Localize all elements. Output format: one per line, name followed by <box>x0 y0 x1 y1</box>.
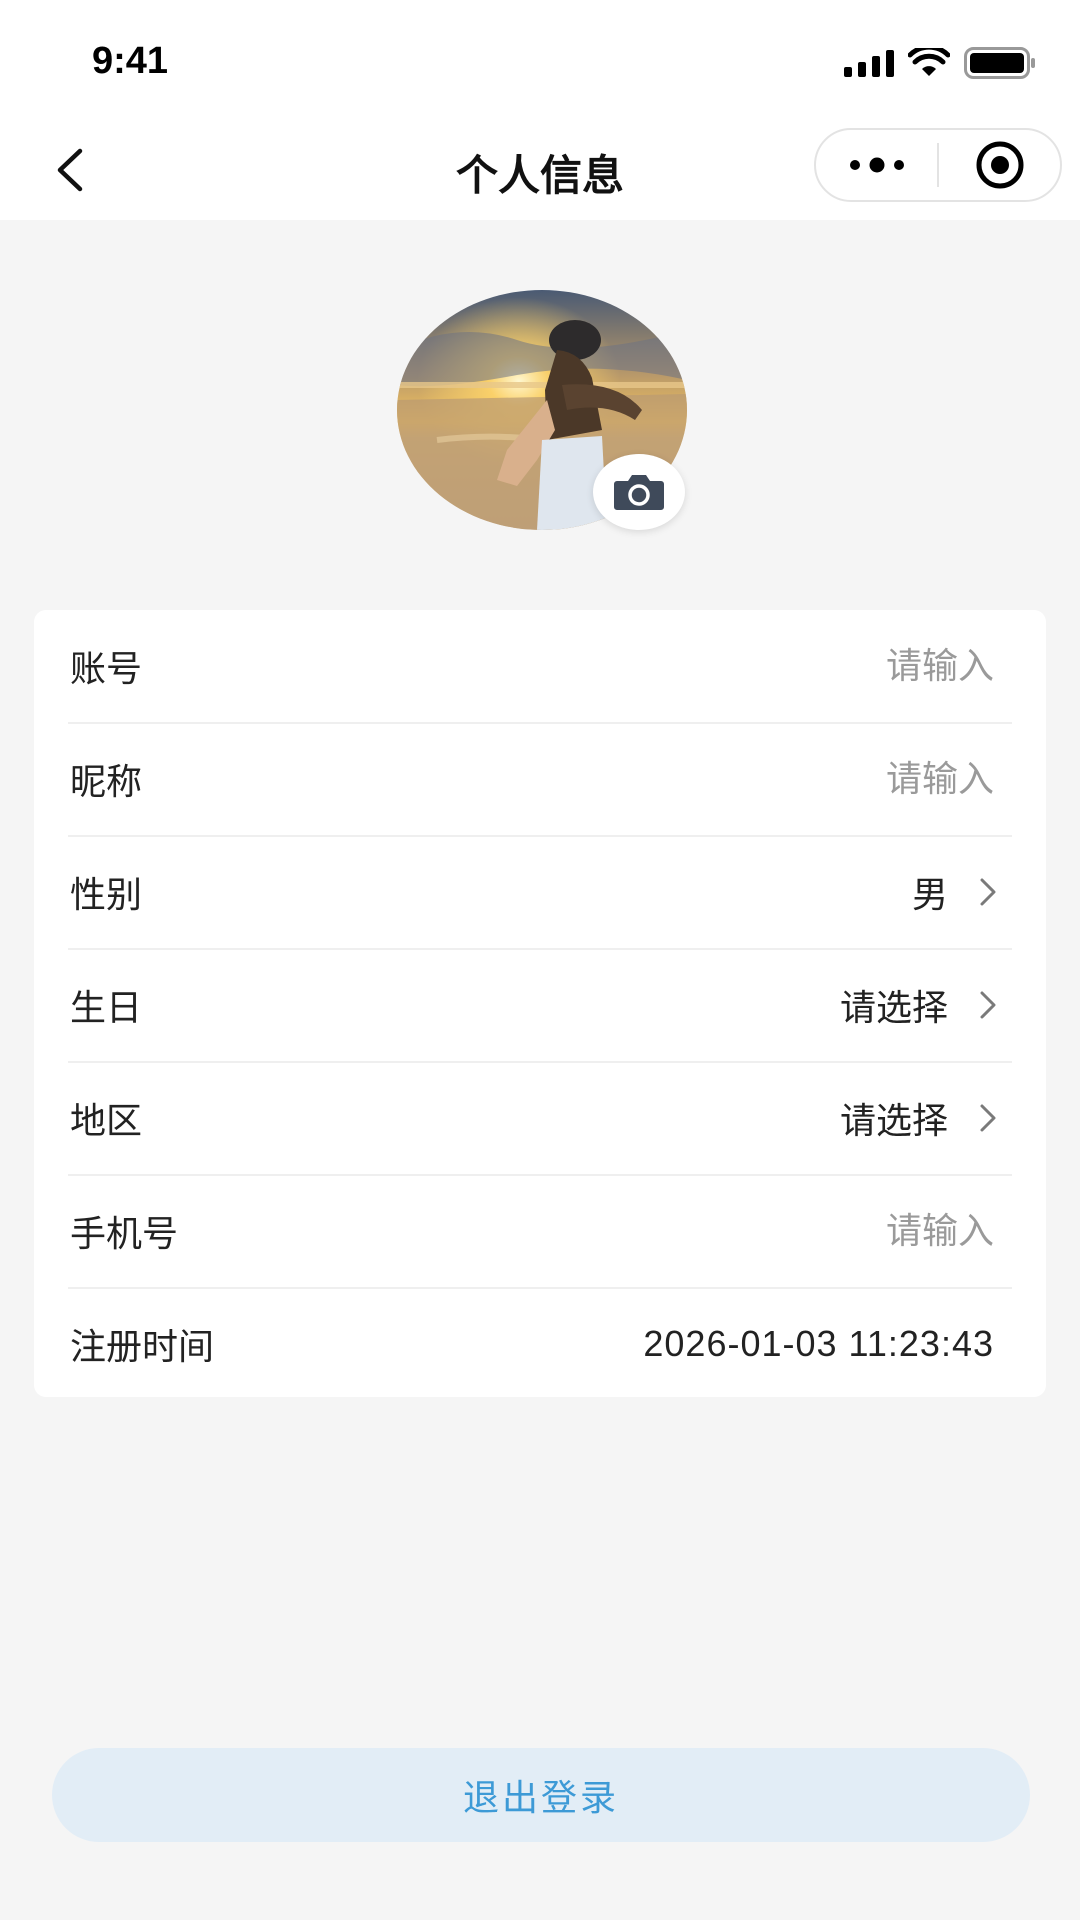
nickname-input[interactable] <box>694 758 994 800</box>
account-label: 账号 <box>70 649 143 690</box>
change-avatar-button[interactable] <box>593 454 685 530</box>
region-value: 请选择 <box>839 1101 948 1142</box>
chevron-right-icon <box>978 876 998 908</box>
more-button[interactable] <box>816 130 937 200</box>
status-time: 9:41 <box>92 40 169 82</box>
form-row-region[interactable]: 地区 请选择 <box>68 1062 1012 1174</box>
birthday-label: 生日 <box>70 988 143 1029</box>
region-label: 地区 <box>70 1101 143 1142</box>
birthday-value: 请选择 <box>839 988 948 1029</box>
mini-program-capsule <box>814 128 1062 202</box>
camera-icon <box>614 475 664 510</box>
chevron-right-icon <box>978 989 998 1021</box>
logout-button[interactable]: 退出登录 <box>52 1748 1030 1842</box>
form-row-phone[interactable]: 手机号 <box>68 1175 1012 1287</box>
avatar-section <box>397 290 687 530</box>
target-circle-icon <box>976 141 1023 189</box>
form-row-register-time: 注册时间 2026-01-03 11:23:43 <box>68 1288 1012 1397</box>
navigation-bar: 个人信息 <box>0 120 1080 220</box>
phone-input[interactable] <box>694 1210 994 1252</box>
gender-value: 男 <box>911 875 948 916</box>
register-time-value: 2026-01-03 11:23:43 <box>643 1323 994 1364</box>
status-icons <box>844 46 1036 80</box>
more-dots-icon <box>849 157 904 173</box>
form-row-nickname[interactable]: 昵称 <box>68 723 1012 835</box>
form-row-birthday[interactable]: 生日 请选择 <box>68 949 1012 1061</box>
account-input[interactable] <box>694 645 994 687</box>
form-row-gender[interactable]: 性别 男 <box>68 836 1012 948</box>
gender-label: 性别 <box>70 875 143 916</box>
battery-icon <box>964 47 1036 79</box>
phone-label: 手机号 <box>70 1214 179 1255</box>
register-time-label: 注册时间 <box>70 1327 215 1368</box>
status-bar: 9:41 <box>0 0 1080 120</box>
cellular-signal-icon <box>844 49 894 77</box>
nickname-label: 昵称 <box>70 762 143 803</box>
profile-form-card: 账号 昵称 性别 男 生日 请选择 地区 <box>34 610 1046 1397</box>
close-program-button[interactable] <box>939 130 1060 200</box>
chevron-right-icon <box>978 1102 998 1134</box>
form-row-account[interactable]: 账号 <box>68 610 1012 722</box>
wifi-icon <box>908 48 950 78</box>
